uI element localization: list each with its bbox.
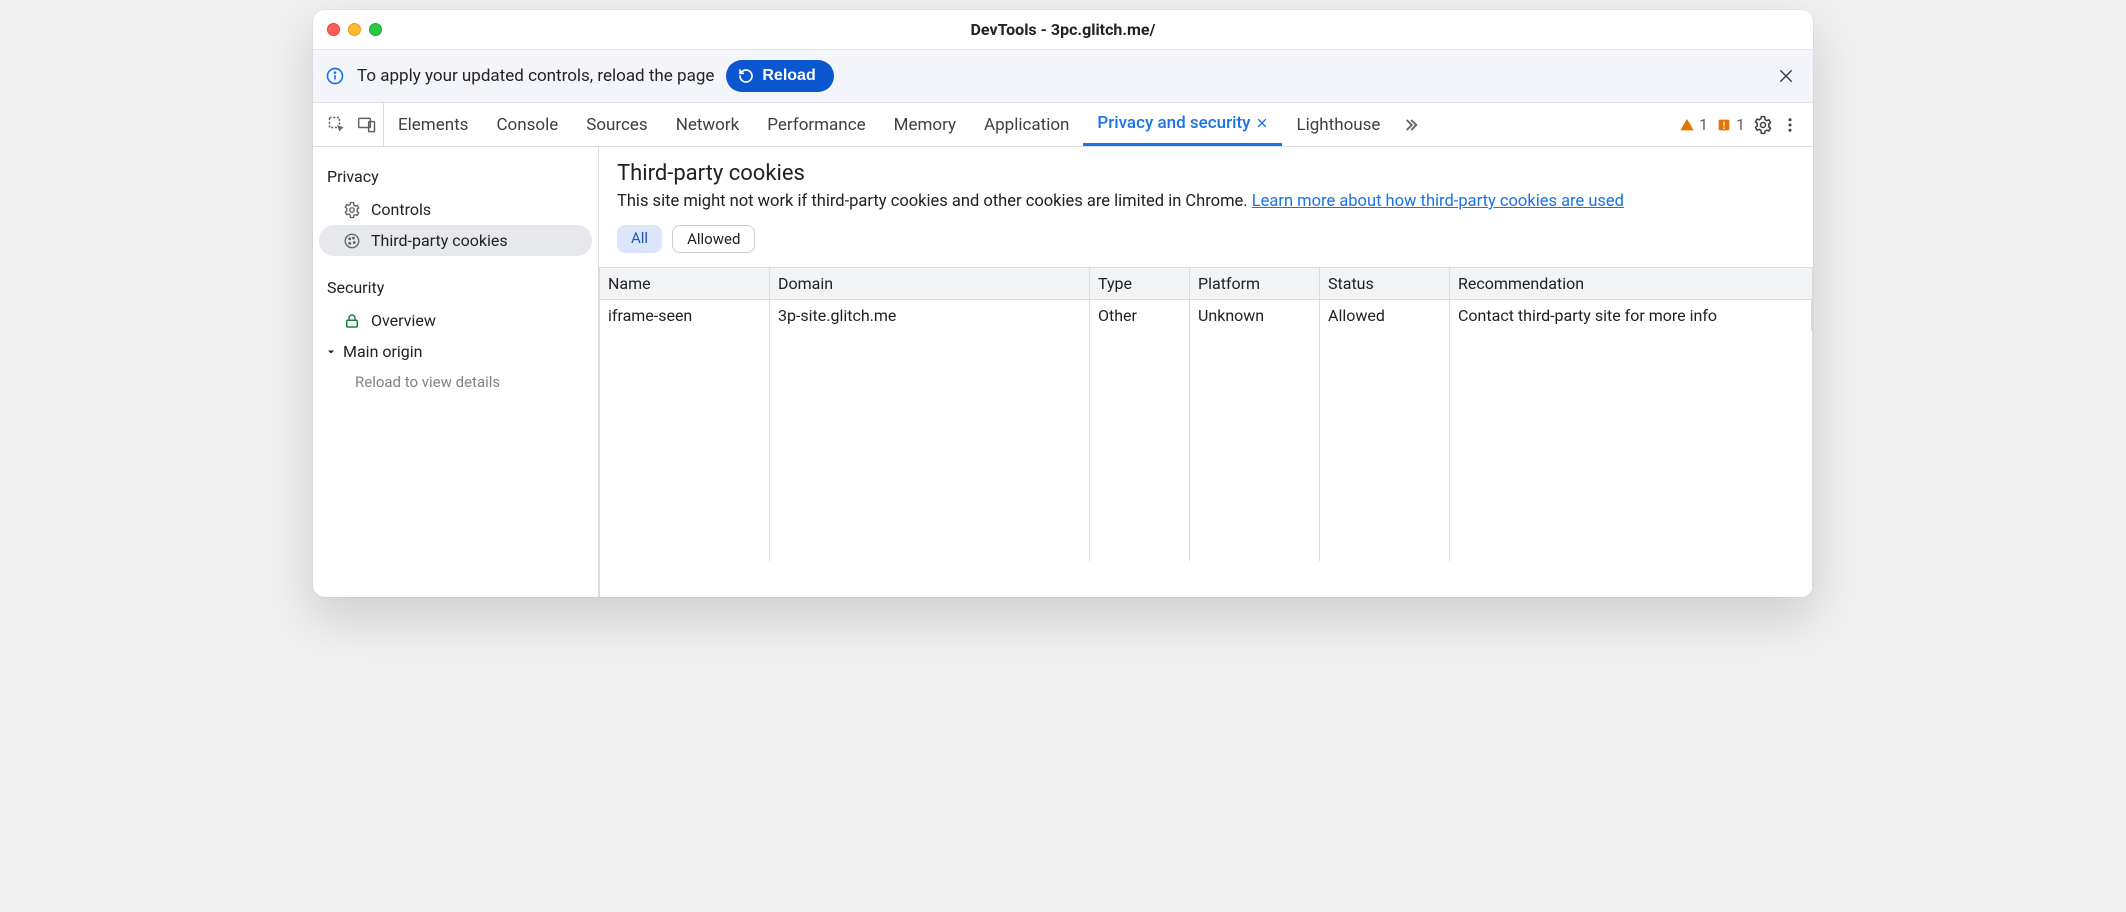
warning-triangle-icon bbox=[1679, 117, 1695, 133]
panel-title: Third-party cookies bbox=[617, 161, 1795, 186]
reload-icon bbox=[738, 68, 754, 84]
sidebar-item-overview[interactable]: Overview bbox=[313, 305, 598, 336]
maximize-window-button[interactable] bbox=[369, 23, 382, 36]
chevron-down-icon bbox=[325, 346, 337, 358]
filter-chip-allowed[interactable]: Allowed bbox=[672, 225, 755, 253]
tab-lighthouse[interactable]: Lighthouse bbox=[1282, 103, 1394, 146]
panel-subtitle-text: This site might not work if third-party … bbox=[617, 192, 1252, 211]
cell-type[interactable]: Other bbox=[1090, 300, 1190, 331]
tab-network[interactable]: Network bbox=[662, 103, 754, 146]
info-icon bbox=[325, 66, 345, 86]
main-panel: Third-party cookies This site might not … bbox=[599, 147, 1813, 597]
window-title: DevTools - 3pc.glitch.me/ bbox=[313, 20, 1813, 39]
warning-count-value: 1 bbox=[1699, 115, 1708, 134]
tab-elements[interactable]: Elements bbox=[384, 103, 482, 146]
tab-sources[interactable]: Sources bbox=[572, 103, 661, 146]
cell-recommendation[interactable]: Contact third-party site for more info bbox=[1450, 300, 1812, 331]
cookies-table: Name Domain Type Platform Status Recomme… bbox=[599, 267, 1813, 597]
minimize-window-button[interactable] bbox=[348, 23, 361, 36]
table-body: iframe-seen 3p-site.glitch.me Other Unkn… bbox=[600, 299, 1812, 597]
sidebar-item-label: Main origin bbox=[343, 342, 423, 361]
col-recommendation[interactable]: Recommendation bbox=[1450, 268, 1812, 299]
banner-close-button[interactable] bbox=[1777, 67, 1795, 85]
reload-button-label: Reload bbox=[762, 67, 815, 85]
inspect-element-icon[interactable] bbox=[327, 115, 347, 135]
cell-platform[interactable]: Unknown bbox=[1190, 300, 1320, 331]
sidebar-main-origin-detail: Reload to view details bbox=[313, 367, 598, 397]
sidebar-main-origin-subtext: Reload to view details bbox=[355, 373, 500, 391]
sidebar-group-privacy: Privacy bbox=[313, 159, 598, 194]
cookie-icon bbox=[343, 232, 361, 250]
col-status[interactable]: Status bbox=[1320, 268, 1450, 299]
sidebar-group-security: Security bbox=[313, 270, 598, 305]
tab-application[interactable]: Application bbox=[970, 103, 1083, 146]
col-name[interactable]: Name bbox=[600, 268, 770, 299]
titlebar: DevTools - 3pc.glitch.me/ bbox=[313, 10, 1813, 50]
traffic-lights bbox=[327, 23, 382, 36]
issue-flag-icon bbox=[1716, 117, 1732, 133]
learn-more-link[interactable]: Learn more about how third-party cookies… bbox=[1252, 192, 1624, 211]
col-platform[interactable]: Platform bbox=[1190, 268, 1320, 299]
sidebar: Privacy Controls Third-party cookies Sec… bbox=[313, 147, 599, 597]
tab-privacy-security[interactable]: Privacy and security bbox=[1083, 103, 1282, 146]
sidebar-item-label: Third-party cookies bbox=[371, 231, 508, 250]
more-tabs-icon[interactable] bbox=[1394, 116, 1428, 134]
issues-indicator[interactable]: 1 bbox=[1716, 115, 1745, 134]
warnings-indicator[interactable]: 1 bbox=[1679, 115, 1708, 134]
cell-domain[interactable]: 3p-site.glitch.me bbox=[770, 300, 1090, 331]
issue-count-value: 1 bbox=[1736, 115, 1745, 134]
tab-memory[interactable]: Memory bbox=[880, 103, 970, 146]
table-header: Name Domain Type Platform Status Recomme… bbox=[600, 268, 1812, 299]
close-window-button[interactable] bbox=[327, 23, 340, 36]
cell-status[interactable]: Allowed bbox=[1320, 300, 1450, 331]
tab-performance[interactable]: Performance bbox=[753, 103, 879, 146]
filter-chips: All Allowed bbox=[617, 225, 1795, 253]
kebab-menu-icon[interactable] bbox=[1781, 116, 1799, 134]
col-type[interactable]: Type bbox=[1090, 268, 1190, 299]
sidebar-item-third-party-cookies[interactable]: Third-party cookies bbox=[319, 225, 592, 256]
panel-subtitle: This site might not work if third-party … bbox=[617, 192, 1795, 211]
lock-icon bbox=[343, 312, 361, 330]
sidebar-main-origin[interactable]: Main origin bbox=[313, 336, 598, 367]
cell-name[interactable]: iframe-seen bbox=[600, 300, 770, 331]
device-toggle-icon[interactable] bbox=[357, 115, 377, 135]
settings-gear-icon[interactable] bbox=[1753, 115, 1773, 135]
sidebar-item-controls[interactable]: Controls bbox=[313, 194, 598, 225]
filter-chip-all[interactable]: All bbox=[617, 225, 662, 253]
panel-tabs: Elements Console Sources Network Perform… bbox=[384, 103, 1428, 146]
reload-banner: To apply your updated controls, reload t… bbox=[313, 50, 1813, 103]
sidebar-item-label: Overview bbox=[371, 311, 436, 330]
devtools-window: DevTools - 3pc.glitch.me/ To apply your … bbox=[313, 10, 1813, 597]
tab-close-icon[interactable] bbox=[1256, 117, 1268, 129]
col-domain[interactable]: Domain bbox=[770, 268, 1090, 299]
reload-button[interactable]: Reload bbox=[726, 60, 833, 92]
tab-console[interactable]: Console bbox=[482, 103, 572, 146]
gear-icon bbox=[343, 201, 361, 219]
sidebar-item-label: Controls bbox=[371, 200, 431, 219]
banner-text: To apply your updated controls, reload t… bbox=[357, 66, 714, 86]
tabstrip: Elements Console Sources Network Perform… bbox=[313, 103, 1813, 147]
